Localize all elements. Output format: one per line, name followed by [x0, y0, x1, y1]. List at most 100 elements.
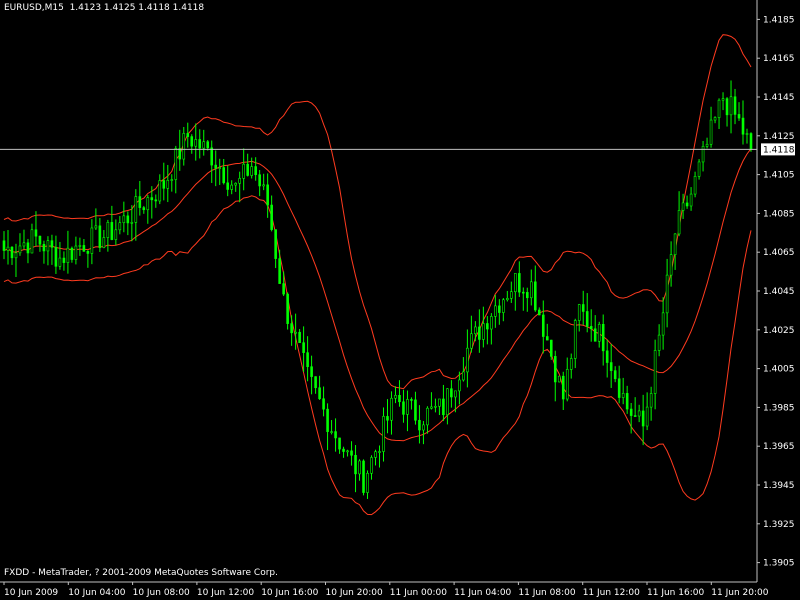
candle: [557, 375, 561, 383]
candle-body: [450, 388, 453, 398]
y-tick-label: 1.3965: [763, 442, 795, 452]
candle-body: [701, 146, 705, 163]
symbol-label: EURUSD,M15: [4, 3, 64, 13]
y-tick-label: 1.4065: [763, 248, 795, 258]
candle-body: [737, 114, 741, 119]
candle-body: [741, 117, 745, 135]
candle-body: [70, 247, 74, 260]
candle-body: [613, 370, 617, 380]
candle-body: [146, 197, 150, 211]
candle-body: [318, 387, 321, 400]
candle-body: [230, 184, 233, 190]
candle-body: [382, 416, 385, 452]
candle-body: [26, 242, 30, 254]
x-tick-label: 10 Jun 2009: [4, 588, 58, 598]
candle-body: [58, 257, 62, 267]
candle-body: [605, 350, 609, 363]
candle-body: [697, 161, 701, 177]
candle-body: [182, 133, 186, 160]
candle-body: [565, 369, 569, 400]
candle-body: [454, 390, 457, 398]
candle-body: [685, 202, 689, 207]
candle-body: [713, 117, 717, 121]
candle-body: [118, 222, 122, 231]
candle-body: [721, 98, 725, 101]
ohlc-label: 1.4123 1.4125 1.4118 1.4118: [69, 3, 205, 13]
candle-body: [38, 235, 42, 245]
candle-body: [693, 176, 697, 195]
candle-body: [242, 163, 245, 179]
candle-body: [434, 405, 437, 408]
candle-body: [50, 240, 54, 248]
candle-body: [426, 407, 429, 426]
candle-body: [274, 229, 277, 259]
candle-body: [102, 237, 106, 248]
candle-body: [350, 450, 353, 456]
y-tick-label: 1.4105: [763, 171, 795, 181]
candle-body: [673, 233, 677, 255]
candle-body: [18, 245, 22, 254]
y-tick-label: 1.3945: [763, 481, 795, 491]
candle-body: [334, 431, 337, 439]
candle-body: [498, 305, 501, 313]
x-tick-label: 11 Jun 00:00: [390, 588, 447, 598]
y-tick-label: 1.3925: [763, 520, 795, 530]
candle-body: [725, 98, 729, 116]
y-tick-label: 1.4145: [763, 93, 795, 103]
candle-body: [202, 141, 206, 149]
chart: 1.4185 1.4165 1.4145 1.4125 1.4105 1.4085 1.40…: [0, 0, 800, 600]
candle-body: [314, 376, 317, 389]
candle-body: [629, 408, 633, 416]
candle-body: [74, 245, 78, 260]
y-tick-label: 1.4025: [763, 326, 795, 336]
copyright-label: FXDD - MetaTrader, ? 2001-2009 MetaQuote…: [4, 568, 278, 578]
candle-body: [462, 371, 465, 381]
candle-body: [62, 257, 66, 263]
candle-body: [210, 147, 214, 166]
x-tick-label: 11 Jun 20:00: [711, 588, 768, 598]
candle-body: [218, 167, 222, 169]
candle-body: [681, 202, 685, 211]
candle-body: [442, 398, 445, 416]
candle-body: [290, 323, 293, 334]
candle: [749, 132, 753, 152]
candle-body: [262, 184, 265, 187]
candle-body: [162, 180, 166, 189]
candle-body: [354, 454, 357, 475]
candle-body: [601, 324, 605, 352]
candle-body: [66, 247, 70, 263]
x-tick-label: 10 Jun 20:00: [326, 588, 383, 598]
candle-body: [438, 398, 441, 407]
candle-body: [581, 304, 585, 312]
x-tick-label: 10 Jun 04:00: [68, 588, 125, 598]
candle-body: [86, 250, 90, 254]
candle-body: [529, 281, 533, 299]
candle-body: [22, 242, 26, 247]
y-tick-label: 1.4165: [763, 54, 795, 64]
candle-body: [358, 460, 361, 475]
candle-body: [470, 333, 473, 349]
candle-body: [557, 375, 561, 383]
candle-body: [286, 293, 289, 324]
candle-body: [641, 410, 645, 427]
candle-body: [545, 336, 549, 341]
candle-body: [90, 227, 94, 254]
candle-body: [150, 197, 154, 201]
candle-body: [621, 393, 625, 398]
candle: [362, 459, 365, 496]
candle-body: [729, 96, 733, 116]
candle-body: [338, 437, 341, 450]
candle-body: [326, 408, 329, 432]
candle-body: [42, 243, 46, 252]
candle-body: [158, 180, 162, 202]
candle-body: [689, 193, 693, 207]
candle-body: [430, 406, 433, 409]
candle-body: [478, 326, 481, 340]
candle-body: [330, 431, 333, 433]
candle-body: [234, 182, 237, 186]
y-tick-label: 1.4045: [763, 287, 795, 297]
candle-body: [422, 424, 425, 431]
candle-body: [34, 229, 38, 237]
candle-body: [561, 375, 565, 400]
candle-body: [306, 352, 309, 368]
